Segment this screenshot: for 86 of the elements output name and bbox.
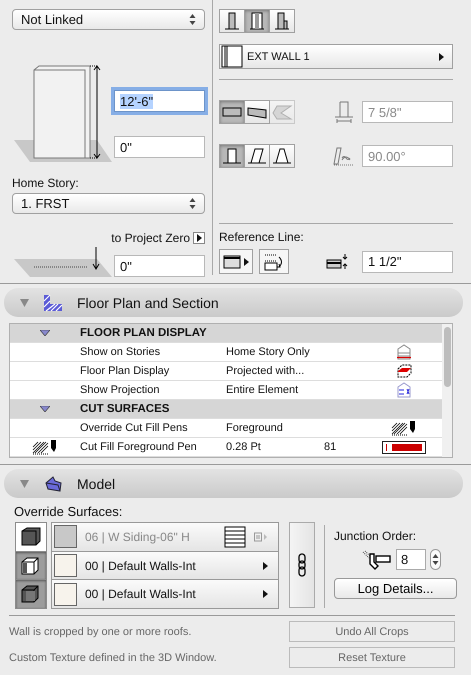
group-heading: FLOOR PLAN DISPLAY (80, 327, 208, 339)
play-icon (263, 562, 268, 570)
wall-slant-icon (271, 146, 293, 166)
play-icon (439, 52, 444, 60)
play-icon (196, 234, 202, 242)
projection-icon (396, 382, 412, 398)
panel-header[interactable]: Floor Plan and Section (4, 288, 463, 317)
property-value[interactable]: Entire Element (226, 384, 366, 396)
stepper[interactable] (430, 549, 441, 570)
collapse-icon[interactable] (40, 330, 50, 336)
wall-structure-icon (247, 11, 267, 31)
panel-title: Floor Plan and Section (77, 294, 219, 310)
bottom-offset-field[interactable]: 0" (114, 136, 205, 158)
home-story-label: Home Story: (12, 176, 80, 190)
override-surfaces-label: Override Surfaces: (14, 504, 124, 519)
log-details-button[interactable]: Log Details... (334, 578, 457, 599)
property-value[interactable]: Projected with... (226, 365, 366, 377)
flip-reference-button[interactable] (259, 249, 289, 274)
property-name: Show on Stories (80, 346, 162, 358)
slant-toggle[interactable] (244, 144, 270, 168)
offset-field[interactable]: 1 1/2" (362, 250, 453, 272)
structure-toggle[interactable] (244, 9, 270, 33)
height-field[interactable]: 12'-6" (114, 90, 205, 112)
structure-toggle[interactable] (219, 9, 245, 33)
panel-header[interactable]: Model (4, 469, 463, 498)
project-zero-field[interactable]: 0" (114, 255, 205, 277)
notice-text: Custom Texture defined in the 3D Window. (9, 652, 217, 664)
geometry-toggle[interactable] (244, 100, 270, 124)
offset-icon (326, 252, 348, 270)
wall-structure-icon (272, 11, 292, 31)
play-icon (263, 590, 268, 598)
reference-line-label: Reference Line: (219, 230, 305, 244)
stories-icon (396, 344, 412, 360)
property-name: Override Cut Fill Pens (80, 422, 189, 434)
geometry-toggle[interactable] (219, 100, 245, 124)
property-value[interactable]: Foreground (226, 422, 366, 434)
cube-icon (20, 526, 42, 547)
texture-lines-icon (224, 526, 246, 548)
structure-toggle[interactable] (269, 9, 295, 33)
texture-menu-icon (254, 532, 268, 542)
surface-toggle[interactable] (15, 579, 47, 610)
wall-top-dropdown[interactable]: Not Linked (12, 9, 205, 30)
angle-icon (332, 146, 354, 166)
property-value[interactable]: Home Story Only (226, 346, 366, 358)
surface-toggle[interactable] (15, 550, 47, 580)
project-zero-label: to Project Zero (111, 231, 190, 245)
collapse-icon[interactable] (40, 406, 50, 412)
composite-dropdown[interactable]: EXT WALL 1 (219, 44, 453, 69)
thickness-icon (334, 101, 354, 123)
play-icon (244, 258, 249, 266)
flip-icon (263, 252, 285, 272)
wall-structure-icon (222, 11, 242, 31)
property-value[interactable]: 0.28 Pt (226, 441, 324, 453)
wall-slant-icon (221, 146, 243, 166)
updown-icon (432, 554, 439, 565)
pen-number: 81 (324, 441, 338, 453)
notice-text: Wall is cropped by one or more roofs. (9, 626, 192, 638)
property-name: Floor Plan Display (80, 365, 170, 377)
model-icon (43, 474, 63, 492)
wall-slant-icon (246, 146, 268, 166)
junction-icon (362, 550, 392, 570)
updown-icon (189, 198, 196, 209)
updown-icon (189, 14, 196, 25)
pen-swatch[interactable] (382, 440, 426, 454)
fill-pen-icon (32, 439, 58, 455)
pen-tick (386, 444, 387, 450)
reference-line-dropdown[interactable] (219, 249, 253, 274)
group-heading: CUT SURFACES (80, 403, 170, 415)
slant-toggle[interactable] (219, 144, 245, 168)
property-name: Cut Fill Foreground Pen (80, 441, 198, 453)
junction-order-field[interactable]: 8 (396, 549, 426, 570)
floor-plan-icon (43, 294, 63, 312)
box-display-icon (396, 363, 412, 379)
junction-order-label: Junction Order: (334, 529, 418, 543)
chain-icon (298, 553, 306, 577)
material-picker[interactable]: 00 | Default Walls-Int (51, 579, 279, 610)
fill-pen-icon (391, 420, 417, 436)
panel-title: Model (77, 476, 116, 492)
property-name: Show Projection (80, 384, 160, 396)
scrollbar-thumb[interactable] (444, 327, 450, 387)
project-zero-button[interactable] (193, 232, 205, 244)
home-story-dropdown[interactable]: 1. FRST (12, 193, 205, 214)
link-button[interactable] (289, 522, 315, 608)
composite-icon (221, 45, 243, 68)
slant-toggle[interactable] (269, 144, 295, 168)
material-picker[interactable]: 00 | Default Walls-Int (51, 550, 279, 580)
